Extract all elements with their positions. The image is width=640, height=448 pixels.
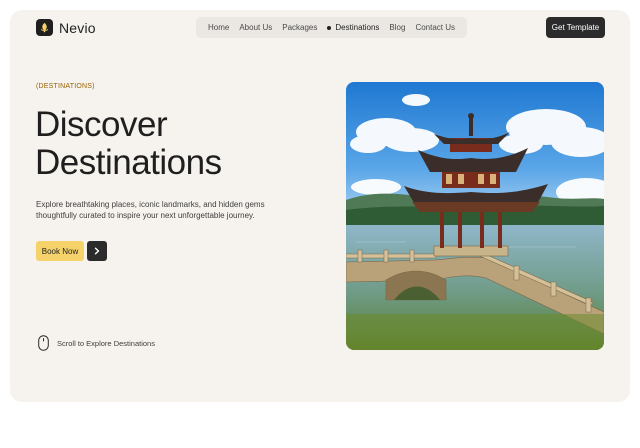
get-template-button[interactable]: Get Template xyxy=(546,17,605,38)
nav-item-destinations[interactable]: Destinations xyxy=(322,23,384,32)
leaf-icon xyxy=(36,19,53,36)
hero-title: Discover Destinations xyxy=(35,106,295,182)
next-arrow-button[interactable] xyxy=(87,241,107,261)
page-frame: Nevio Home About Us Packages Destination… xyxy=(10,10,630,402)
brand-logo[interactable]: Nevio xyxy=(36,19,96,36)
active-dot-icon xyxy=(327,25,332,30)
nav-item-about-us[interactable]: About Us xyxy=(234,23,277,32)
hero-subtitle: Explore breathtaking places, iconic land… xyxy=(36,200,265,220)
nav-item-label: Blog xyxy=(389,23,406,32)
nav-item-packages[interactable]: Packages xyxy=(277,23,322,32)
nav-item-label: Home xyxy=(208,23,230,32)
nav-item-label: Destinations xyxy=(335,23,380,32)
nav-item-contact-us[interactable]: Contact Us xyxy=(410,23,460,32)
hero-title-line-2: Destinations xyxy=(35,143,222,182)
book-now-button[interactable]: Book Now xyxy=(36,241,84,261)
section-eyebrow: (DESTINATIONS) xyxy=(36,83,95,90)
main-nav: Home About Us Packages Destinations Blog… xyxy=(196,17,468,38)
hero-title-line-1: Discover xyxy=(35,105,168,144)
nav-item-home[interactable]: Home xyxy=(203,23,234,32)
brand-name: Nevio xyxy=(59,19,96,36)
mouse-icon xyxy=(38,335,49,351)
nav-item-label: About Us xyxy=(239,23,273,32)
scroll-label: Scroll to Explore Destinations xyxy=(57,338,155,348)
pagoda-lake-image xyxy=(346,82,604,350)
nav-item-label: Contact Us xyxy=(415,23,456,32)
chevron-right-icon xyxy=(94,247,100,255)
nav-item-blog[interactable]: Blog xyxy=(384,23,410,32)
scroll-hint[interactable]: Scroll to Explore Destinations xyxy=(38,335,155,351)
nav-item-label: Packages xyxy=(282,23,318,32)
